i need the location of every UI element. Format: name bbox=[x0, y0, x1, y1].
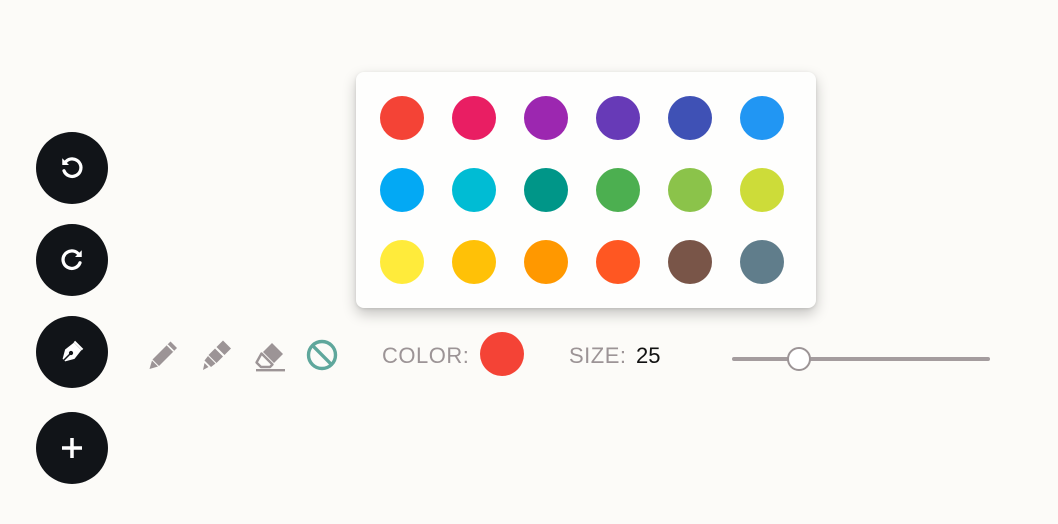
color-swatch[interactable] bbox=[740, 96, 784, 140]
color-swatch[interactable] bbox=[596, 240, 640, 284]
selected-color-button[interactable] bbox=[480, 332, 524, 376]
color-swatch[interactable] bbox=[668, 240, 712, 284]
color-swatch[interactable] bbox=[668, 96, 712, 140]
fountain-pen-icon bbox=[62, 340, 84, 362]
prohibited-icon bbox=[306, 339, 338, 371]
undo-button[interactable] bbox=[36, 132, 108, 204]
plus-icon bbox=[62, 438, 82, 458]
pen-button[interactable] bbox=[36, 316, 108, 388]
redo-icon bbox=[61, 249, 82, 270]
color-swatch[interactable] bbox=[452, 240, 496, 284]
color-swatch[interactable] bbox=[524, 96, 568, 140]
color-swatch[interactable] bbox=[740, 240, 784, 284]
color-swatch[interactable] bbox=[380, 96, 424, 140]
marker-tool[interactable] bbox=[198, 336, 236, 374]
size-slider-thumb[interactable] bbox=[787, 347, 812, 371]
size-label: SIZE: bbox=[569, 343, 627, 368]
color-label: COLOR: bbox=[382, 343, 470, 368]
color-swatch[interactable] bbox=[596, 168, 640, 212]
redo-button[interactable] bbox=[36, 224, 108, 296]
color-swatch[interactable] bbox=[452, 168, 496, 212]
eraser-tool[interactable] bbox=[251, 336, 289, 374]
color-swatch[interactable] bbox=[596, 96, 640, 140]
color-palette-popup bbox=[356, 72, 816, 308]
pencil-tool[interactable] bbox=[145, 336, 183, 374]
color-swatch[interactable] bbox=[380, 240, 424, 284]
undo-icon bbox=[62, 157, 83, 178]
eraser-icon bbox=[255, 343, 285, 372]
color-swatch[interactable] bbox=[380, 168, 424, 212]
color-swatch[interactable] bbox=[452, 96, 496, 140]
drawing-app: COLOR: SIZE: 25 bbox=[0, 0, 1058, 524]
highlighter-icon bbox=[203, 340, 231, 370]
color-swatch[interactable] bbox=[668, 168, 712, 212]
color-swatch[interactable] bbox=[740, 168, 784, 212]
size-slider-track bbox=[732, 357, 990, 361]
pencil-icon bbox=[149, 341, 177, 369]
color-swatch[interactable] bbox=[524, 240, 568, 284]
add-button[interactable] bbox=[36, 412, 108, 484]
none-tool[interactable] bbox=[303, 336, 341, 374]
size-slider[interactable] bbox=[732, 346, 990, 372]
color-swatch[interactable] bbox=[524, 168, 568, 212]
size-value: 25 bbox=[636, 343, 661, 368]
